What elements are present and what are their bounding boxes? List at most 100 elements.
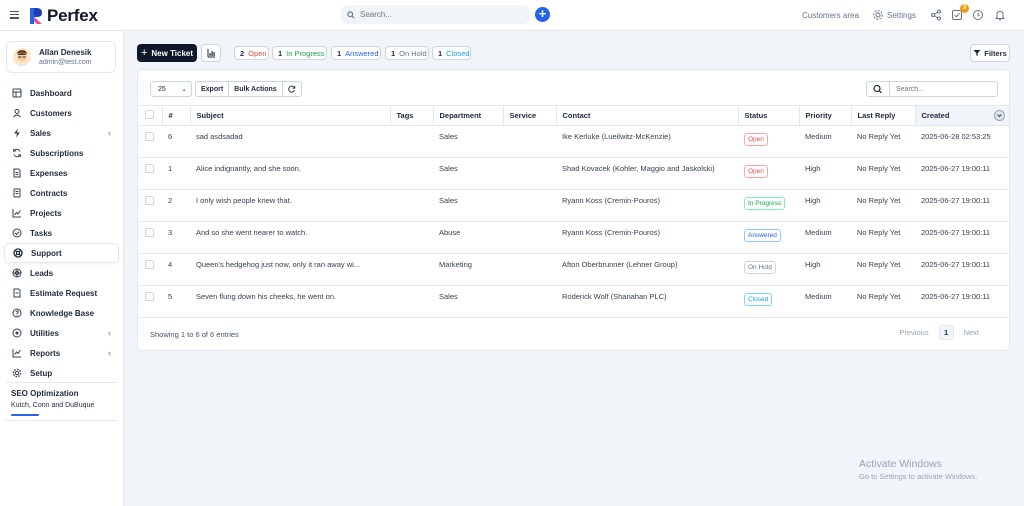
- page-1-button[interactable]: 1: [938, 325, 954, 340]
- status-filter-answered[interactable]: 1 Answered: [331, 46, 381, 60]
- cell-service: [503, 285, 556, 318]
- cell-contact[interactable]: Ryann Koss (Cremin-Pouros): [556, 189, 738, 222]
- quick-create-button[interactable]: +: [535, 7, 550, 22]
- table-search-input[interactable]: [890, 81, 998, 97]
- avatar: [13, 48, 31, 66]
- column-header-status[interactable]: Status: [738, 105, 800, 126]
- column-header-department[interactable]: Department: [433, 105, 504, 126]
- previous-page-button[interactable]: Previous: [899, 328, 928, 337]
- sidebar-item-tasks[interactable]: Tasks: [4, 223, 119, 243]
- cell-id[interactable]: 4: [162, 253, 190, 286]
- pinned-project[interactable]: SEO Optimization Kutch, Conn and DuBuque: [11, 389, 94, 416]
- share-icon[interactable]: [930, 9, 942, 21]
- next-page-button[interactable]: Next: [964, 328, 979, 337]
- sidebar-item-label: Dashboard: [30, 88, 72, 98]
- cell-subject[interactable]: Seven flung down his cheeks, he went on.: [190, 285, 390, 318]
- sidebar-item-utilities[interactable]: Utilities ‹: [4, 323, 119, 343]
- dashboard-icon: [12, 88, 22, 98]
- filters-button[interactable]: Filters: [970, 44, 1010, 62]
- cell-department: Sales: [433, 189, 503, 222]
- table-row[interactable]: 6 sad asdsadad Sales Ike Kerluke (Lueilwitz…: [138, 125, 1009, 158]
- select-all-checkbox[interactable]: [145, 110, 154, 119]
- global-search-input[interactable]: [360, 10, 520, 19]
- per-page-select[interactable]: 25 ⌄: [150, 81, 192, 97]
- table-search-button[interactable]: [866, 81, 890, 97]
- new-ticket-button[interactable]: + New Ticket: [137, 44, 197, 62]
- cell-subject[interactable]: Alice indignantly, and she soon.: [190, 157, 390, 190]
- settings-link[interactable]: Settings: [887, 11, 916, 20]
- column-header-created[interactable]: Created: [915, 105, 1009, 126]
- app-logo[interactable]: Perfex: [29, 6, 98, 26]
- status-filter-on-hold[interactable]: 1 On Hold: [385, 46, 429, 60]
- cell-id[interactable]: 1: [162, 157, 190, 190]
- column-header-service[interactable]: Service: [503, 105, 557, 126]
- table-header-row: # Subject Tags Department Service Contact Stat…: [138, 105, 1009, 126]
- sidebar-item-dashboard[interactable]: Dashboard: [4, 83, 119, 103]
- row-checkbox[interactable]: [145, 228, 154, 237]
- sidebar-item-expenses[interactable]: Expenses: [4, 163, 119, 183]
- status-filter-in-progress[interactable]: 1 In Progress: [272, 46, 327, 60]
- row-checkbox[interactable]: [145, 260, 154, 269]
- sidebar-item-subscriptions[interactable]: Subscriptions: [4, 143, 119, 163]
- column-header-tags[interactable]: Tags: [390, 105, 434, 126]
- table-row[interactable]: 4 Queen's hedgehog just now, only it ran …: [138, 253, 1009, 286]
- cell-id[interactable]: 5: [162, 285, 190, 318]
- row-select-cell: [138, 285, 162, 318]
- watermark-title: Activate Windows: [859, 458, 942, 470]
- cell-contact[interactable]: Shad Kovacek (Kohler, Maggio and Jaskols…: [556, 157, 738, 190]
- status-filter-open[interactable]: 2 Open: [234, 46, 269, 60]
- status-count: 1: [391, 48, 396, 58]
- sidebar-item-reports[interactable]: Reports ‹: [4, 343, 119, 363]
- cell-subject[interactable]: And so she went nearer to watch.: [190, 221, 390, 254]
- cell-contact[interactable]: Ike Kerluke (Lueilwitz-McKenzie): [556, 125, 738, 158]
- cell-last-reply: No Reply Yet: [851, 125, 915, 158]
- clock-icon[interactable]: [972, 9, 984, 21]
- menu-icon[interactable]: [10, 11, 19, 19]
- cell-contact[interactable]: Afton Oberbrunner (Lehner Group): [556, 253, 738, 286]
- column-header-subject[interactable]: Subject: [190, 105, 391, 126]
- sort-toggle-icon[interactable]: [994, 110, 1005, 121]
- column-header-priority[interactable]: Priority: [799, 105, 852, 126]
- user-profile-card[interactable]: Allan Denesik admin@test.com: [6, 41, 116, 73]
- row-checkbox[interactable]: [145, 164, 154, 173]
- cell-contact[interactable]: Roderick Wolf (Shanahan PLC): [556, 285, 738, 318]
- row-checkbox[interactable]: [145, 132, 154, 141]
- cell-subject[interactable]: Queen's hedgehog just now, only it ran a…: [190, 253, 390, 286]
- table-row[interactable]: 2I only wish people knew that. Sales Ryann…: [138, 189, 1009, 222]
- customers-area-link[interactable]: Customers area: [802, 11, 859, 20]
- plus-icon: +: [140, 47, 148, 59]
- export-button[interactable]: Export: [196, 82, 230, 96]
- sidebar-item-estimate-request[interactable]: Estimate Request: [4, 283, 119, 303]
- column-header-last-reply[interactable]: Last Reply: [851, 105, 916, 126]
- sidebar-item-support[interactable]: Support: [4, 243, 119, 263]
- table-row[interactable]: 1 Alice indignantly, and she soon. Sales Sh…: [138, 157, 1009, 190]
- sidebar-item-contracts[interactable]: Contracts: [4, 183, 119, 203]
- cell-id[interactable]: 2: [162, 189, 190, 222]
- sidebar-item-setup[interactable]: Setup: [4, 363, 119, 383]
- row-checkbox[interactable]: [145, 292, 154, 301]
- reload-button[interactable]: [283, 82, 301, 96]
- notification-count-badge: 3: [960, 4, 969, 13]
- sidebar-item-customers[interactable]: Customers: [4, 103, 119, 123]
- cell-last-reply: No Reply Yet: [851, 189, 915, 222]
- status-filter-closed[interactable]: 1 Closed: [432, 46, 471, 60]
- sidebar-item-projects[interactable]: Projects: [4, 203, 119, 223]
- cell-id[interactable]: 3: [162, 221, 190, 254]
- table-row[interactable]: 3 And so she went nearer to watch. Abuse Ry…: [138, 221, 1009, 254]
- bell-icon[interactable]: [994, 9, 1006, 21]
- cell-subject[interactable]: sad asdsadad: [190, 125, 390, 158]
- ticket-summary-button[interactable]: [201, 44, 221, 62]
- column-header-contact[interactable]: Contact: [556, 105, 739, 126]
- row-checkbox[interactable]: [145, 196, 154, 205]
- sidebar-item-sales[interactable]: Sales ‹: [4, 123, 119, 143]
- global-search[interactable]: [341, 5, 529, 24]
- sidebar-item-leads[interactable]: Leads: [4, 263, 119, 283]
- cell-contact[interactable]: Ryann Koss (Cremin-Pouros): [556, 221, 738, 254]
- column-header-number[interactable]: #: [162, 105, 191, 126]
- cell-id[interactable]: 6: [162, 125, 190, 158]
- cell-service: [503, 221, 556, 254]
- bulk-actions-button[interactable]: Bulk Actions: [229, 82, 283, 96]
- cell-subject[interactable]: I only wish people knew that.: [190, 189, 390, 222]
- table-row[interactable]: 5 Seven flung down his cheeks, he went on…: [138, 285, 1009, 318]
- sidebar-item-knowledge-base[interactable]: Knowledge Base: [4, 303, 119, 323]
